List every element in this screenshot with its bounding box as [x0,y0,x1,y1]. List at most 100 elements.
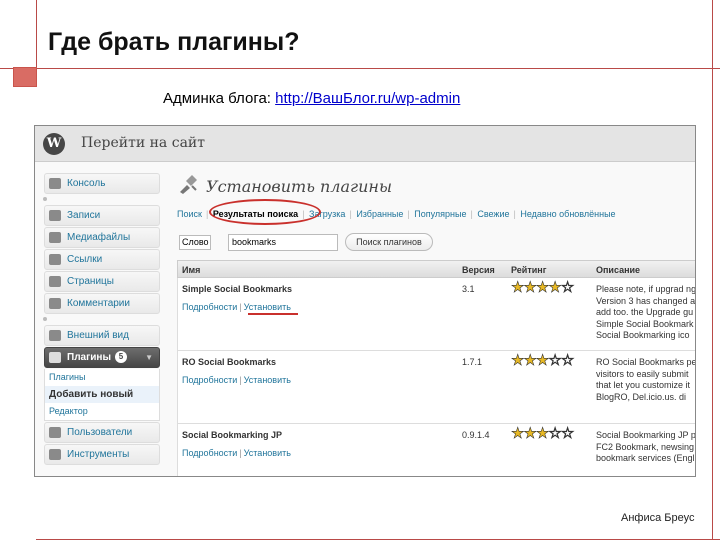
wordpress-logo-icon[interactable]: W [43,133,65,155]
media-icon [49,232,61,243]
details-link[interactable]: Подробности [182,375,237,385]
description-line: Simple Social Bookmark [596,318,694,329]
rating-star-icon: ★ [511,352,525,369]
title-accent-square [13,67,37,87]
search-plugins-button[interactable]: Поиск плагинов [345,233,433,251]
wp-admin-screenshot: W Перейти на сайт Консоль Записи Медиафа… [34,125,696,477]
menu-item-tools[interactable]: Инструменты [44,444,160,465]
plugin-version: 1.7.1 [462,357,483,367]
plugin-actions: Подробности | Установить [182,302,291,312]
menu-item-links[interactable]: Ссылки [44,249,160,270]
rating-star-icon: ☆ [560,352,574,369]
search-input[interactable]: bookmarks [228,234,338,251]
column-rating: Рейтинг [511,265,547,275]
tab-newest[interactable]: Свежие [477,209,509,219]
table-row: RO Social Bookmarks Подробности | Установит… [177,351,696,424]
description-line: FC2 Bookmark, newsing [596,441,695,452]
plugin-name: RO Social Bookmarks [182,357,277,367]
visit-site-link[interactable]: Перейти на сайт [81,135,205,151]
install-link[interactable]: Установить [244,302,291,312]
dashboard-icon [49,178,61,189]
description-line: Social Bookmarking ico [596,330,690,340]
rating-star-icon: ☆ [548,352,562,369]
tab-separator: | [470,209,473,219]
menu-item-label: Записи [67,210,101,221]
menu-item-media[interactable]: Медиафайлы [44,227,160,248]
menu-item-label: Плагины [67,352,111,363]
plugin-page-icon [180,175,197,194]
rating-star-icon: ★ [511,425,525,442]
column-name: Имя [182,265,201,275]
column-description: Описание [596,265,641,275]
table-row: Social Bookmarking JP Подробности | Установ… [177,424,696,476]
menu-item-appearance[interactable]: Внешний вид [44,325,160,346]
tab-featured[interactable]: Избранные [356,209,403,219]
description-line: bookmark services (Engl [596,453,695,463]
description-line: add too. the Upgrade gu [596,307,694,317]
description-line: BlogRO, Del.icio.us. di [596,391,687,402]
rating-star-icon: ★ [535,425,550,442]
action-separator: | [239,448,242,458]
plugin-description: RO Social Bookmarks pe visitors to easily… [596,357,696,421]
description-line: RO Social Bookmarks pe [596,357,696,367]
plugin-actions: Подробности | Установить [182,448,291,458]
description-line: Version 3 has changed a [596,295,696,306]
menu-item-plugins[interactable]: Плагины 5 ▼ [44,347,160,368]
install-link[interactable]: Установить [244,448,291,458]
tab-separator: | [349,209,352,219]
menu-separator [43,315,160,325]
submenu-item-editor[interactable]: Редактор [45,403,159,420]
menu-item-label: Комментарии [67,298,130,309]
rating-star-icon: ☆ [560,425,574,442]
plugins-submenu: Плагины Добавить новый Редактор [44,369,160,421]
plugin-rating: ★★★☆☆ [511,352,575,370]
rating-star-icon: ★ [523,279,537,296]
submenu-item-plugins[interactable]: Плагины [45,369,159,386]
menu-item-dashboard[interactable]: Консоль [44,173,160,194]
collapse-arrow-icon[interactable]: ▼ [145,348,153,367]
users-icon [49,427,61,438]
tab-recently-updated[interactable]: Недавно обновлённые [520,209,615,219]
tab-separator: | [407,209,410,219]
description-line: Social Bookmarking JP p [596,430,696,440]
menu-item-label: Внешний вид [67,330,129,341]
table-header: Имя Версия Рейтинг Описание [177,260,695,278]
tab-separator: | [205,209,209,219]
submenu-item-add-new[interactable]: Добавить новый [45,386,159,403]
plugin-rating: ★★★★☆ [511,279,575,297]
tab-separator: | [513,209,516,219]
details-link[interactable]: Подробности [182,302,237,312]
tab-popular[interactable]: Популярные [414,209,466,219]
rating-star-icon: ★ [535,352,550,369]
slide-frame-right-line [712,0,713,540]
menu-item-users[interactable]: Пользователи [44,422,160,443]
menu-item-label: Медиафайлы [67,232,131,243]
tab-search[interactable]: Поиск [177,209,202,219]
wp-header: W Перейти на сайт [35,126,695,162]
plugin-rating: ★★★☆☆ [511,425,575,443]
plugin-name: Social Bookmarking JP [182,430,283,440]
menu-item-label: Консоль [67,178,106,189]
menu-item-comments[interactable]: Комментарии [44,293,160,314]
page-icon [49,276,61,287]
description-line: that let you customize it [596,380,691,390]
menu-item-label: Пользователи [67,427,133,438]
plugin-description: Social Bookmarking JP p FC2 Bookmark, new… [596,430,696,476]
menu-separator [43,195,160,205]
install-link[interactable]: Установить [244,375,291,385]
plugin-name: Simple Social Bookmarks [182,284,293,294]
description-line: visitors to easily submit [596,368,689,379]
admin-url-link[interactable]: http://ВашБлог.ru/wp-admin [275,90,460,107]
rating-star-icon: ★ [523,352,537,369]
install-highlight-underline [248,313,298,315]
description-line: Please note, if upgrad ng [596,284,696,294]
comments-icon [49,298,61,309]
menu-item-posts[interactable]: Записи [44,205,160,226]
rating-star-icon: ★ [523,425,537,442]
menu-item-pages[interactable]: Страницы [44,271,160,292]
plugin-actions: Подробности | Установить [182,375,291,385]
details-link[interactable]: Подробности [182,448,237,458]
action-separator: | [239,302,242,312]
plugin-description: Please note, if upgrad ng Version 3 has c… [596,284,696,348]
search-type-select[interactable]: Слово [179,235,211,250]
